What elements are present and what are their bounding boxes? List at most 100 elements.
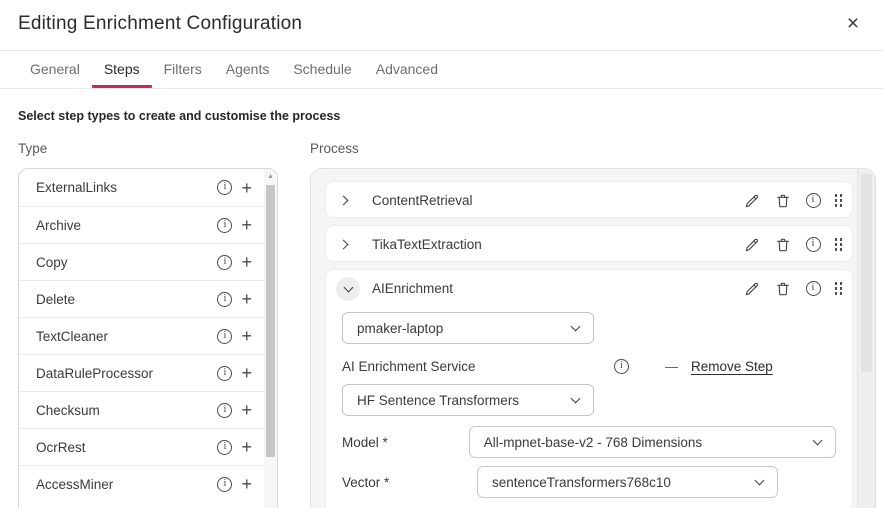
info-icon[interactable]: i xyxy=(217,218,232,233)
process-scrollbar-thumb[interactable] xyxy=(861,174,872,372)
type-row-externallinks[interactable]: ExternalLinks i + xyxy=(19,169,264,206)
step-name: AIEnrichment xyxy=(372,281,744,296)
add-step-icon[interactable]: + xyxy=(241,476,252,492)
tab-schedule[interactable]: Schedule xyxy=(281,51,363,88)
info-icon[interactable]: i xyxy=(806,193,821,208)
info-icon[interactable]: i xyxy=(217,366,232,381)
agent-select-value: pmaker-laptop xyxy=(357,321,572,336)
add-step-icon[interactable]: + xyxy=(241,328,252,344)
remove-step-link[interactable]: Remove Step xyxy=(691,359,773,374)
tab-advanced[interactable]: Advanced xyxy=(364,51,450,88)
model-select[interactable]: All-mpnet-base-v2 - 768 Dimensions xyxy=(469,426,836,458)
delete-icon[interactable] xyxy=(775,192,792,209)
model-label: Model * xyxy=(342,435,469,450)
add-step-icon[interactable]: + xyxy=(241,217,252,233)
info-icon[interactable]: i xyxy=(806,237,821,252)
type-row-archive[interactable]: Archive i + xyxy=(19,206,264,243)
vector-select[interactable]: sentenceTransformers768c10 xyxy=(477,466,778,498)
service-label: AI Enrichment Service xyxy=(342,359,614,374)
edit-icon[interactable] xyxy=(744,192,761,209)
process-scrollbar[interactable] xyxy=(857,169,875,508)
service-row: AI Enrichment Service i — Remove Step xyxy=(342,355,836,377)
type-row-accessminer[interactable]: AccessMiner i + xyxy=(19,465,264,502)
type-list: ExternalLinks i + Archive i + Copy i + Dele… xyxy=(18,168,278,508)
vector-select-value: sentenceTransformers768c10 xyxy=(492,475,756,490)
chevron-down-icon xyxy=(813,436,823,446)
info-icon[interactable]: i xyxy=(217,403,232,418)
expand-icon[interactable] xyxy=(340,241,360,248)
page-subtitle: Select step types to create and customis… xyxy=(18,109,340,123)
add-step-icon[interactable]: + xyxy=(241,180,252,196)
delete-icon[interactable] xyxy=(775,280,792,297)
service-select[interactable]: HF Sentence Transformers xyxy=(342,384,594,416)
service-select-value: HF Sentence Transformers xyxy=(357,393,572,408)
step-name: TikaTextExtraction xyxy=(372,237,744,252)
step-card-contentretrieval: ContentRetrieval i xyxy=(325,181,853,218)
expand-icon[interactable] xyxy=(340,197,360,204)
chevron-down-icon xyxy=(571,394,581,404)
step-name: ContentRetrieval xyxy=(372,193,744,208)
step-card-tikatextextraction: TikaTextExtraction i xyxy=(325,225,853,262)
info-icon[interactable]: i xyxy=(217,180,232,195)
info-icon[interactable]: i xyxy=(217,255,232,270)
tab-bar: General Steps Filters Agents Schedule Ad… xyxy=(0,51,883,89)
type-rows: ExternalLinks i + Archive i + Copy i + Dele… xyxy=(19,169,264,502)
type-row-label: Copy xyxy=(36,255,217,270)
add-step-icon[interactable]: + xyxy=(241,402,252,418)
info-icon[interactable]: i xyxy=(217,292,232,307)
type-row-checksum[interactable]: Checksum i + xyxy=(19,391,264,428)
info-icon[interactable]: i xyxy=(806,281,821,296)
type-row-label: TextCleaner xyxy=(36,329,217,344)
type-row-textcleaner[interactable]: TextCleaner i + xyxy=(19,317,264,354)
info-icon[interactable]: i xyxy=(614,359,629,374)
add-step-icon[interactable]: + xyxy=(241,291,252,307)
tab-agents[interactable]: Agents xyxy=(214,51,282,88)
drag-handle-icon[interactable] xyxy=(835,282,843,295)
dialog-title: Editing Enrichment Configuration xyxy=(18,13,302,35)
edit-icon[interactable] xyxy=(744,280,761,297)
info-icon[interactable]: i xyxy=(217,329,232,344)
aienrichment-config: pmaker-laptop AI Enrichment Service i — … xyxy=(326,307,852,508)
info-icon[interactable]: i xyxy=(217,440,232,455)
add-step-icon[interactable]: + xyxy=(241,365,252,381)
chevron-down-icon xyxy=(755,476,765,486)
tab-steps[interactable]: Steps xyxy=(92,51,152,88)
scrollbar-up-icon[interactable]: ▲ xyxy=(264,169,277,184)
add-step-icon[interactable]: + xyxy=(241,254,252,270)
type-row-ocrrest[interactable]: OcrRest i + xyxy=(19,428,264,465)
minus-icon: — xyxy=(665,359,678,374)
info-icon[interactable]: i xyxy=(217,477,232,492)
type-row-delete[interactable]: Delete i + xyxy=(19,280,264,317)
model-row: Model * All-mpnet-base-v2 - 768 Dimensio… xyxy=(342,426,836,458)
vector-label: Vector * xyxy=(342,475,477,490)
type-row-dataruleprocessor[interactable]: DataRuleProcessor i + xyxy=(19,354,264,391)
delete-icon[interactable] xyxy=(775,236,792,253)
collapse-icon[interactable] xyxy=(336,277,360,301)
dialog-header: Editing Enrichment Configuration × xyxy=(0,0,883,51)
process-panel: ContentRetrieval i TikaTextExtraction xyxy=(310,168,876,508)
close-icon[interactable]: × xyxy=(841,12,865,36)
process-column-label: Process xyxy=(310,141,359,156)
enrichment-config-dialog: Editing Enrichment Configuration × Gener… xyxy=(0,0,883,508)
chevron-down-icon xyxy=(571,322,581,332)
type-row-label: OcrRest xyxy=(36,440,217,455)
type-row-copy[interactable]: Copy i + xyxy=(19,243,264,280)
drag-handle-icon[interactable] xyxy=(835,194,843,207)
edit-icon[interactable] xyxy=(744,236,761,253)
scrollbar-thumb[interactable] xyxy=(266,185,275,457)
type-row-label: Delete xyxy=(36,292,217,307)
model-select-value: All-mpnet-base-v2 - 768 Dimensions xyxy=(484,435,814,450)
type-row-label: Archive xyxy=(36,218,217,233)
type-row-label: ExternalLinks xyxy=(36,180,217,195)
type-list-scrollbar[interactable]: ▲ xyxy=(264,169,277,508)
add-step-icon[interactable]: + xyxy=(241,439,252,455)
tab-filters[interactable]: Filters xyxy=(152,51,214,88)
tab-general[interactable]: General xyxy=(18,51,92,88)
type-row-label: AccessMiner xyxy=(36,477,217,492)
agent-select[interactable]: pmaker-laptop xyxy=(342,312,594,344)
type-row-label: Checksum xyxy=(36,403,217,418)
drag-handle-icon[interactable] xyxy=(835,238,843,251)
vector-row: Vector * sentenceTransformers768c10 xyxy=(342,466,836,498)
step-card-aienrichment: AIEnrichment i pmaker-laptop xyxy=(325,269,853,508)
type-row-label: DataRuleProcessor xyxy=(36,366,217,381)
